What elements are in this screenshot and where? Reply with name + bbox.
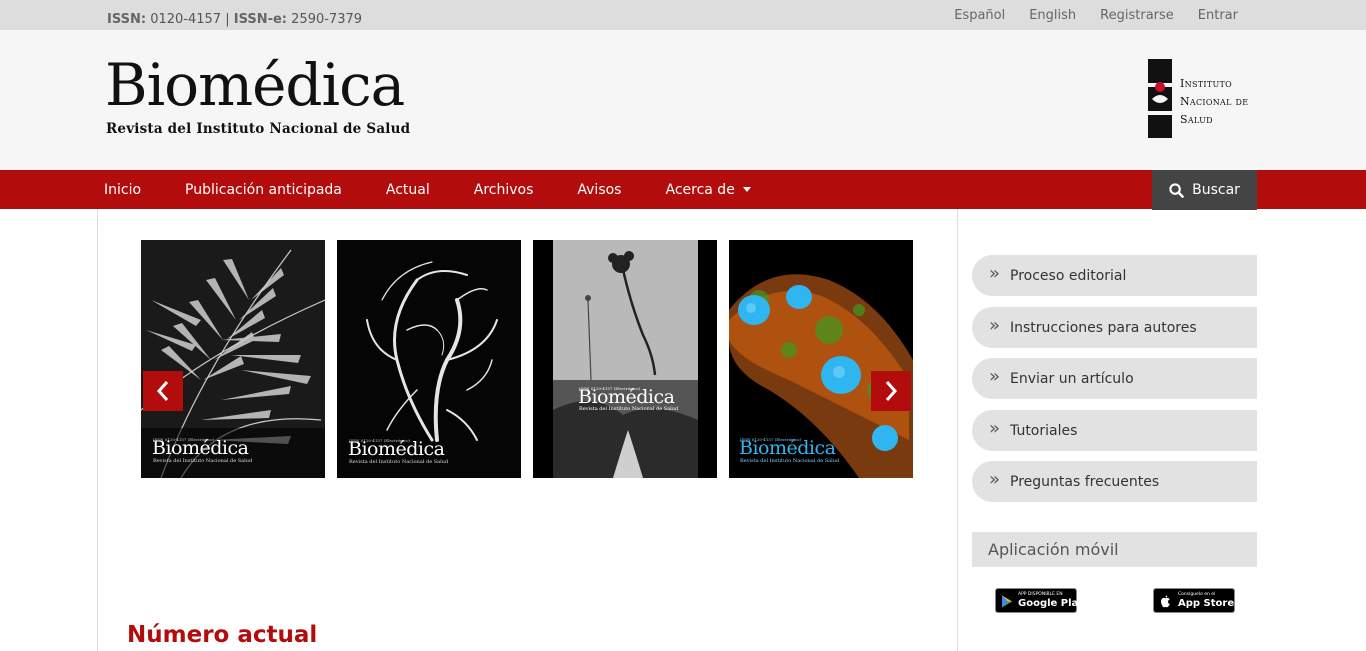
search-button-label: Buscar: [1192, 182, 1240, 198]
lang-es-link[interactable]: Español: [954, 8, 1005, 23]
search-button[interactable]: Buscar: [1152, 170, 1257, 210]
sidebar-item-label: Proceso editorial: [1010, 267, 1127, 284]
google-play-badge[interactable]: APP DISPONIBLE EN Google Play: [995, 588, 1085, 613]
institute-logo[interactable]: Instituto Nacional de Salud: [1148, 59, 1260, 139]
carousel-next-button[interactable]: [871, 371, 911, 411]
issn-value: 0120-4157: [150, 12, 222, 27]
double-chevron-right-icon: »: [989, 314, 1001, 336]
cover-fern-subtitle: Revista del Instituto Nacional de Salud: [153, 458, 253, 464]
cover-angiography-subtitle: Revista del Instituto Nacional de Salud: [349, 459, 449, 465]
cover-carousel: ISSN 0120-4157 (Electrónico) Biomédica R…: [141, 240, 913, 478]
site-logo-title[interactable]: Biomédica: [105, 56, 405, 114]
institute-line-2: Nacional de: [1180, 95, 1249, 108]
double-chevron-right-icon: »: [989, 417, 1001, 439]
login-link[interactable]: Entrar: [1198, 8, 1238, 23]
nav-item-inicio[interactable]: Inicio: [104, 182, 141, 198]
main-nav: Inicio Publicación anticipada Actual Arc…: [0, 170, 1366, 210]
current-issue-heading: Número actual: [127, 622, 318, 648]
issn-separator: |: [225, 12, 230, 27]
cover-fern[interactable]: ISSN 0120-4157 (Electrónico) Biomédica R…: [141, 240, 325, 478]
double-chevron-right-icon: »: [989, 262, 1001, 284]
sidebar-item-label: Preguntas frecuentes: [1010, 473, 1160, 490]
cover-paramo-image: [533, 240, 717, 478]
google-play-icon: [1002, 595, 1012, 608]
nav-item-archivos[interactable]: Archivos: [474, 182, 534, 198]
caret-down-icon: [742, 187, 751, 192]
apple-icon: [1160, 595, 1170, 608]
sidebar-item-label: Instrucciones para autores: [1010, 319, 1197, 336]
search-icon: [1169, 182, 1184, 198]
register-link[interactable]: Registrarse: [1100, 8, 1174, 23]
institute-line-3: Salud: [1180, 113, 1213, 126]
lang-en-link[interactable]: English: [1029, 8, 1076, 23]
institute-line-1: Instituto: [1180, 77, 1232, 90]
cover-fern-title: Biomédica: [152, 437, 249, 459]
app-store-badge[interactable]: Consíguelo en el App Store: [1153, 588, 1235, 613]
nav-item-actual[interactable]: Actual: [386, 182, 430, 198]
top-links: Español English Registrarse Entrar: [954, 8, 1238, 23]
cover-angiography[interactable]: ISSN 0120-4157 (Electrónico) Biomédica R…: [337, 240, 521, 478]
sidebar-item-label: Enviar un artículo: [1010, 370, 1134, 387]
sidebar-item-instrucciones[interactable]: » Instrucciones para autores: [972, 307, 1257, 348]
nav-item-acerca-de-label: Acerca de: [665, 181, 735, 198]
issne-value: 2590-7379: [291, 12, 363, 27]
cover-cells-subtitle: Revista del Instituto Nacional de Salud: [740, 458, 840, 464]
sidebar-item-proceso-editorial[interactable]: » Proceso editorial: [972, 255, 1257, 296]
site-logo-subtitle: Revista del Instituto Nacional de Salud: [106, 121, 411, 137]
issn-info: ISSN: 0120-4157 | ISSN-e: 2590-7379: [107, 12, 362, 27]
cover-paramo-title: Biomédica: [578, 386, 675, 408]
chevron-right-icon: [885, 381, 898, 401]
sidebar-item-enviar-articulo[interactable]: » Enviar un artículo: [972, 358, 1257, 399]
google-play-small-label: APP DISPONIBLE EN: [1018, 592, 1063, 597]
sidebar-item-tutoriales[interactable]: » Tutoriales: [972, 410, 1257, 451]
google-play-label: Google Play: [1018, 598, 1085, 609]
mobile-app-heading: Aplicación móvil: [972, 532, 1257, 567]
sidebar-item-label: Tutoriales: [1010, 422, 1078, 439]
issn-label: ISSN:: [107, 12, 147, 27]
cover-paramo[interactable]: ISSN 0120-4157 (Electrónico) Biomédica R…: [533, 240, 717, 478]
cover-cells[interactable]: ISSN 0120-4157 (Electrónico) Biomédica R…: [729, 240, 913, 478]
institute-logo-text: Instituto Nacional de Salud: [1180, 75, 1248, 129]
app-store-small-label: Consíguelo en el: [1178, 592, 1216, 597]
institute-logo-mark: [1148, 59, 1172, 138]
sidebar-item-preguntas-frecuentes[interactable]: » Preguntas frecuentes: [972, 461, 1257, 502]
double-chevron-right-icon: »: [989, 468, 1001, 490]
nav-item-publicacion-anticipada[interactable]: Publicación anticipada: [185, 182, 342, 198]
nav-item-acerca-de[interactable]: Acerca de: [665, 181, 751, 198]
nav-items: Inicio Publicación anticipada Actual Arc…: [104, 170, 795, 209]
site-header: Biomédica Revista del Instituto Nacional…: [0, 30, 1366, 170]
carousel-prev-button[interactable]: [143, 371, 183, 411]
cover-cells-title: Biomédica: [739, 437, 836, 459]
cover-paramo-subtitle: Revista del Instituto Nacional de Salud: [579, 406, 679, 412]
cover-angiography-title: Biomédica: [348, 438, 445, 460]
top-bar: ISSN: 0120-4157 | ISSN-e: 2590-7379 Espa…: [0, 0, 1366, 30]
nav-item-avisos[interactable]: Avisos: [577, 182, 621, 198]
chevron-left-icon: [156, 381, 169, 401]
issne-label: ISSN-e:: [233, 12, 288, 27]
app-store-label: App Store: [1178, 598, 1235, 609]
double-chevron-right-icon: »: [989, 365, 1001, 387]
